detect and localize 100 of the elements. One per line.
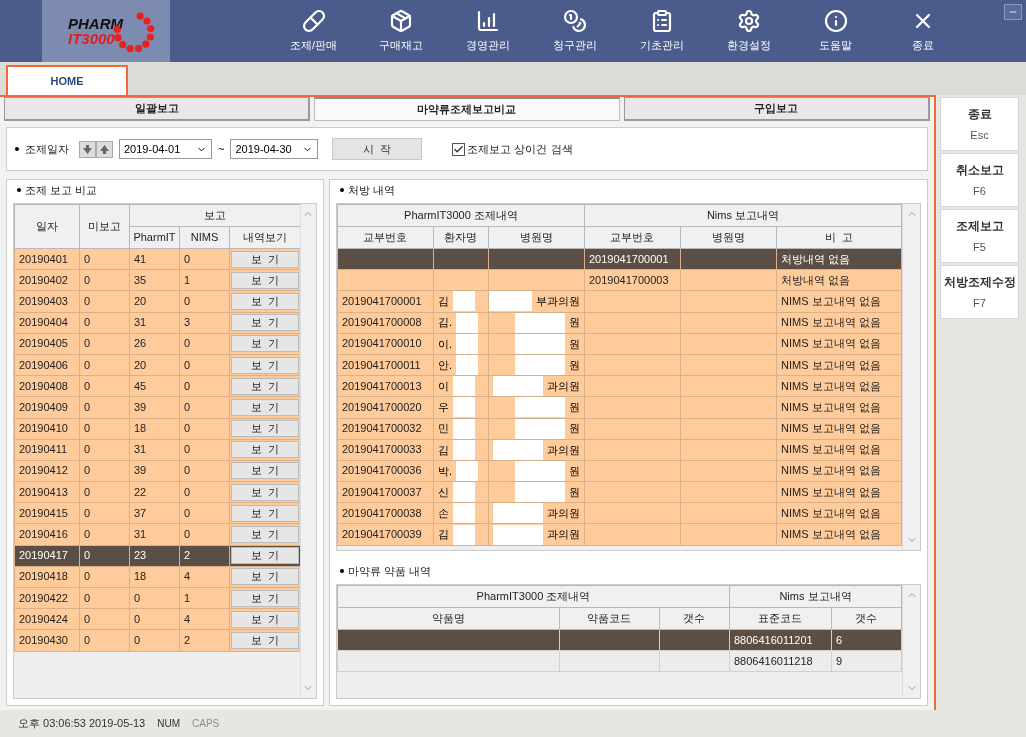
- view-button[interactable]: 보 기: [231, 504, 300, 522]
- table-cell-text: 김: [436, 442, 450, 458]
- table-row[interactable]: 2019041700038 손 과의원 NIMS 보고내역 없음: [337, 502, 902, 524]
- table-cell-text: 신: [436, 484, 450, 500]
- arrow-down-icon: [83, 144, 92, 154]
- sub-tab[interactable]: 마약류조제보고비교: [314, 97, 620, 121]
- table-row[interactable]: 2019041700011 안. 원 NIMS 보고내역 없음: [337, 354, 902, 376]
- view-button[interactable]: 보 기: [231, 589, 300, 607]
- table-cell: 20190416: [14, 523, 80, 546]
- redaction-block: [452, 376, 475, 397]
- side-action-button[interactable]: 조제보고 F5: [940, 209, 1019, 263]
- table-row[interactable]: 20190403 0 20 0 보 기: [14, 290, 301, 313]
- view-button[interactable]: 보 기: [231, 377, 300, 395]
- toolbar-button[interactable]: 종료: [879, 0, 966, 62]
- view-button[interactable]: 보 기: [231, 250, 300, 268]
- table-row[interactable]: 8806416011201 6: [337, 629, 902, 651]
- view-button[interactable]: 보 기: [231, 610, 300, 628]
- table-row[interactable]: 20190402 0 35 1 보 기: [14, 269, 301, 291]
- toolbar-button[interactable]: 조제/판매: [270, 0, 357, 62]
- table-cell-text: 김: [436, 294, 450, 310]
- table-row[interactable]: 20190401 0 41 0 보 기: [14, 248, 301, 270]
- table-row[interactable]: 20190409 0 39 0 보 기: [14, 396, 301, 418]
- table-row[interactable]: 20190417 0 23 2 보 기: [14, 545, 301, 567]
- table-row[interactable]: 2019041700001 김 부과의원 NIMS 보고내역 없음: [337, 290, 902, 313]
- table-row[interactable]: 2019041700039 김 과의원 NIMS 보고내역 없음: [337, 523, 902, 546]
- table-cell-text: 원: [567, 336, 581, 352]
- up-arrow-button[interactable]: [96, 140, 113, 158]
- table-row[interactable]: 20190411 0 31 0 보 기: [14, 439, 301, 461]
- toolbar-button[interactable]: 청구관리: [531, 0, 618, 62]
- table-cell: 20190406: [14, 354, 80, 376]
- view-button[interactable]: 보 기: [231, 398, 300, 416]
- toolbar-button[interactable]: 구매재고: [357, 0, 444, 62]
- view-button[interactable]: 보 기: [231, 292, 300, 310]
- view-button[interactable]: 보 기: [231, 568, 300, 586]
- sub-tab[interactable]: 구입보고: [623, 97, 930, 121]
- toolbar-button[interactable]: 기초관리: [618, 0, 705, 62]
- side-action-button[interactable]: 처방조제수정 F7: [940, 265, 1019, 319]
- down-arrow-button[interactable]: [79, 140, 96, 158]
- table-row[interactable]: 20190422 0 0 1 보 기: [14, 587, 301, 609]
- table-row[interactable]: 20190415 0 37 0 보 기: [14, 502, 301, 524]
- view-button[interactable]: 보 기: [231, 314, 300, 332]
- table-row[interactable]: 20190424 0 0 4 보 기: [14, 608, 301, 630]
- side-action-button[interactable]: 종료 Esc: [940, 97, 1019, 151]
- table-row[interactable]: 20190406 0 20 0 보 기: [14, 354, 301, 376]
- tab[interactable]: HOME: [6, 65, 128, 95]
- table-row[interactable]: 2019041700033 김 과의원 NIMS 보고내역 없음: [337, 439, 902, 461]
- table-row[interactable]: 20190404 0 31 3 보 기: [14, 312, 301, 334]
- view-button[interactable]: 보 기: [231, 356, 300, 374]
- table-row[interactable]: 2019041700001 처방내역 없음: [337, 248, 902, 270]
- side-action-button[interactable]: 취소보고 F6: [940, 153, 1019, 207]
- logo-text: IT3000: [68, 31, 116, 46]
- table-row[interactable]: 2019041700008 김. 원 NIMS 보고내역 없음: [337, 312, 902, 334]
- view-button[interactable]: 보 기: [231, 335, 300, 353]
- date-field[interactable]: 2019-04-30: [230, 139, 319, 159]
- table-cell: 20190402: [14, 269, 80, 291]
- table-row[interactable]: 2019041700020 우 원 NIMS 보고내역 없음: [337, 396, 902, 418]
- checkbox[interactable]: [452, 142, 466, 156]
- view-button[interactable]: 보 기: [231, 483, 300, 501]
- table-row[interactable]: 2019041700013 이 과의원 NIMS 보고내역 없음: [337, 375, 902, 397]
- sub-tab[interactable]: 일괄보고: [4, 97, 311, 121]
- table-row[interactable]: 2019041700010 이. 원 NIMS 보고내역 없음: [337, 333, 902, 355]
- toolbar-button[interactable]: 환경설정: [705, 0, 792, 62]
- view-button[interactable]: 보 기: [231, 462, 300, 480]
- table-cell: 2019041700038: [337, 502, 434, 524]
- start-button[interactable]: 시 작: [332, 138, 423, 160]
- table-cell-text: 원: [567, 315, 581, 331]
- redaction-block: [488, 291, 532, 312]
- table-cell-text: 과의원: [545, 442, 581, 458]
- view-button[interactable]: 보 기: [231, 441, 300, 459]
- table-row[interactable]: 20190408 0 45 0 보 기: [14, 375, 301, 397]
- table-row[interactable]: 2019041700036 박. 원 NIMS 보고내역 없음: [337, 460, 902, 482]
- table-row[interactable]: 20190405 0 26 0 보 기: [14, 333, 301, 355]
- table-cell-text: 과의원: [545, 506, 581, 522]
- toolbar-button[interactable]: 경영관리: [444, 0, 531, 62]
- view-button[interactable]: 보 기: [231, 420, 300, 438]
- table-cell-text: 부과의원: [534, 294, 581, 310]
- table-row[interactable]: 20190410 0 18 0 보 기: [14, 418, 301, 440]
- redaction-block: [452, 524, 475, 545]
- table-cell: 2019041700011: [337, 354, 434, 376]
- table-row[interactable]: 2019041700032 민 원 NIMS 보고내역 없음: [337, 418, 902, 440]
- view-button[interactable]: 보 기: [231, 631, 300, 649]
- table-cell: 20190404: [14, 312, 80, 334]
- logo-text: PHARM: [68, 16, 125, 31]
- minimize-button[interactable]: [1004, 4, 1022, 20]
- toolbar-button[interactable]: 도움말: [792, 0, 879, 62]
- table-row[interactable]: 2019041700037 신 원 NIMS 보고내역 없음: [337, 481, 902, 503]
- table-row[interactable]: 20190413 0 22 0 보 기: [14, 481, 301, 503]
- table-row[interactable]: 2019041700003 처방내역 없음: [337, 269, 902, 291]
- table-row[interactable]: 20190418 0 18 4 보 기: [14, 566, 301, 588]
- redaction-block: [456, 355, 479, 376]
- view-button[interactable]: 보 기: [231, 271, 300, 289]
- bullet-icon: [339, 569, 344, 573]
- redaction-block: [452, 439, 475, 460]
- table-row[interactable]: 20190412 0 39 0 보 기: [14, 460, 301, 482]
- table-row[interactable]: 20190430 0 0 2 보 기: [14, 629, 301, 652]
- view-button[interactable]: 보 기: [231, 526, 300, 544]
- date-field[interactable]: 2019-04-01: [119, 139, 212, 159]
- view-button[interactable]: 보 기: [231, 547, 300, 565]
- table-row[interactable]: 20190416 0 31 0 보 기: [14, 523, 301, 546]
- table-row[interactable]: 8806416011218 9: [337, 650, 902, 672]
